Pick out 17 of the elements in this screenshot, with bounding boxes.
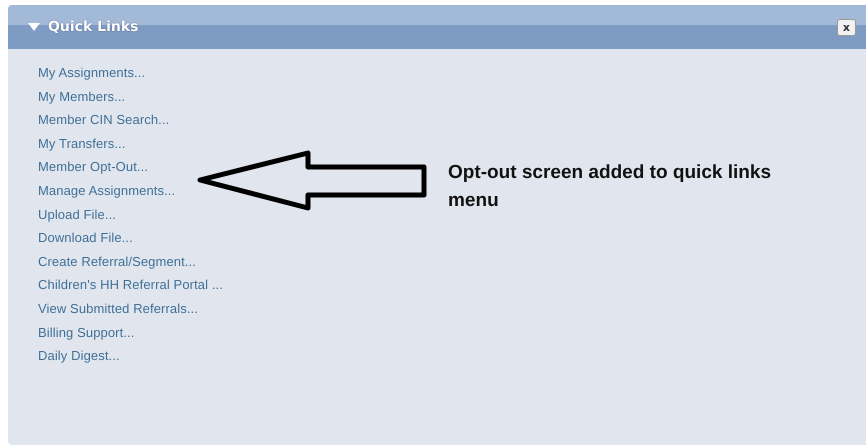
- quick-link[interactable]: Upload File...: [38, 202, 116, 226]
- annotation-text: Opt-out screen added to quick links menu: [448, 161, 772, 213]
- quick-link[interactable]: My Assignments...: [38, 61, 146, 85]
- quick-link[interactable]: Daily Digest...: [38, 344, 120, 368]
- quick-link[interactable]: My Members...: [38, 84, 126, 108]
- close-button[interactable]: x: [836, 18, 856, 36]
- panel-title: Quick Links: [48, 19, 140, 35]
- quick-link[interactable]: Children's HH Referral Portal ...: [38, 273, 223, 297]
- quick-link[interactable]: Member Opt-Out...: [38, 155, 148, 179]
- quick-link[interactable]: Download File...: [38, 226, 133, 250]
- quick-link[interactable]: My Transfers...: [38, 132, 126, 156]
- collapse-triangle-icon[interactable]: [28, 23, 40, 31]
- quick-link[interactable]: View Submitted Referrals...: [38, 296, 198, 321]
- quick-link[interactable]: Manage Assignments...: [38, 178, 176, 203]
- quick-link[interactable]: Billing Support...: [38, 320, 134, 344]
- quick-link[interactable]: Member CIN Search...: [38, 108, 170, 132]
- quick-link[interactable]: Create Referral/Segment...: [38, 250, 196, 274]
